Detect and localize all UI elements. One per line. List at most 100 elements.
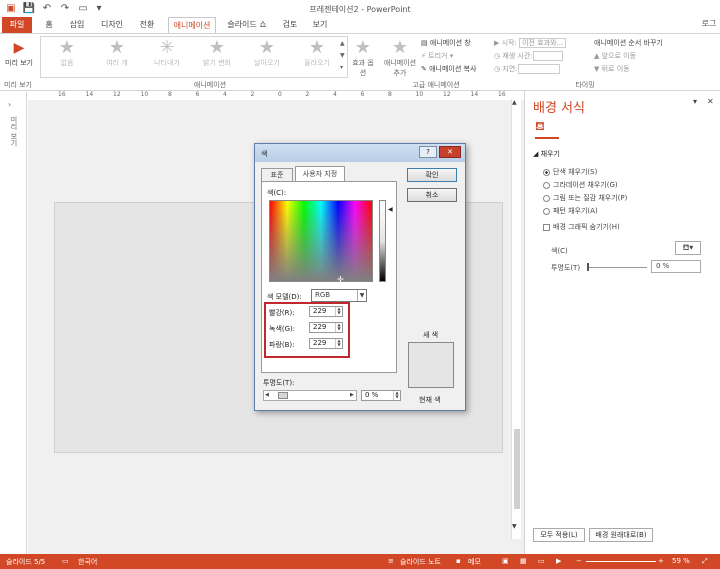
zoom-in-icon[interactable]: + (658, 557, 664, 565)
sorter-view-icon[interactable]: ▦ (520, 557, 527, 565)
spinner-arrows-icon[interactable]: ▲ ▼ (335, 307, 342, 316)
reading-view-icon[interactable]: ▭ (538, 557, 545, 565)
spinner-arrows-icon[interactable]: ▲ ▼ (335, 323, 342, 332)
blue-spinner[interactable]: 229 ▲ ▼ (309, 338, 343, 349)
tab-custom[interactable]: 사용자 지정 (295, 166, 345, 181)
color-picker-button[interactable]: ⛾▾ (675, 241, 701, 255)
gallery-scroll-icon[interactable]: ▲ ▼ ▾ (340, 38, 345, 74)
tab-design[interactable]: 디자인 (96, 17, 128, 33)
tab-animations[interactable]: 애니메이션 (168, 17, 216, 33)
help-button[interactable]: ? (419, 146, 437, 158)
slider-left-icon[interactable]: ◀ (265, 392, 269, 398)
apply-all-button[interactable]: 모두 적용(L) (533, 528, 585, 542)
animation-appear[interactable]: ✳ 나타내기 (144, 38, 190, 76)
luminance-bar[interactable] (379, 200, 386, 282)
pane-menu-icon[interactable]: ▾ (693, 97, 697, 106)
animation-multiple[interactable]: ★ 여러 개 (94, 38, 140, 76)
delay-control[interactable]: ◷ 지연: (494, 64, 560, 74)
start-select[interactable]: 이전 효과와... (519, 38, 567, 48)
radio-solid[interactable] (543, 168, 550, 176)
duration-input[interactable] (532, 51, 563, 61)
slider-right-icon[interactable]: ▶ (350, 392, 354, 398)
fill-picture-option[interactable]: 그림 또는 질감 채우기(P) (543, 193, 627, 203)
transparency-slider[interactable] (587, 267, 647, 268)
transparency-input[interactable]: 0 % (651, 260, 701, 273)
hide-graphics-checkbox[interactable] (543, 223, 550, 231)
preview-button[interactable]: ▶ 미리 보기 (2, 38, 36, 76)
vertical-scrollbar[interactable]: ▲ ▼ (511, 99, 521, 539)
move-later-label: 뒤로 이동 (601, 65, 630, 73)
delay-input[interactable] (517, 64, 560, 74)
duration-control[interactable]: ◷ 재생 시간: (494, 51, 563, 61)
transparency-slider-thumb[interactable] (587, 263, 589, 271)
tab-insert[interactable]: 삽입 (64, 17, 90, 33)
expand-chevron-icon[interactable]: › (8, 100, 11, 109)
cancel-button[interactable]: 취소 (407, 188, 457, 202)
add-animation-button[interactable]: ★ 애니메이션 추가 (380, 38, 420, 78)
tab-transitions[interactable]: 전환 (133, 17, 161, 33)
dropdown-arrow-icon[interactable]: ▼ (357, 290, 366, 301)
delay-label: 지연: (502, 65, 518, 73)
ruler-mark: 6 (195, 91, 200, 98)
animation-float-in[interactable]: ★ 올라오기 (294, 38, 340, 76)
paint-bucket-icon[interactable]: ⛾ (535, 119, 545, 135)
tab-view[interactable]: 보기 (307, 17, 333, 33)
fit-slide-icon[interactable]: ⤢ (702, 557, 708, 566)
pane-close-icon[interactable]: ✕ (707, 97, 714, 106)
tab-file[interactable]: 파일 (2, 17, 32, 33)
animation-fade[interactable]: ★ 밝기 변화 (194, 38, 240, 76)
move-earlier-button[interactable]: ▲ 앞으로 이동 (594, 51, 636, 61)
animation-fly-in[interactable]: ★ 날아오기 (244, 38, 290, 76)
red-spinner[interactable]: 229 ▲ ▼ (309, 306, 343, 317)
zoom-out-icon[interactable]: − (576, 557, 582, 565)
scroll-down-icon[interactable]: ▼ (512, 523, 517, 530)
fill-solid-option[interactable]: 단색 채우기(S) (543, 167, 597, 177)
trigger-button[interactable]: ⚡ 트리거 ▾ (421, 51, 453, 61)
fill-pattern-option[interactable]: 패턴 채우기(A) (543, 206, 598, 216)
luminance-pointer-icon[interactable]: ◀ (388, 206, 393, 213)
dialog-transparency-slider[interactable]: ◀ ▶ (263, 390, 357, 401)
green-spinner[interactable]: 229 ▲ ▼ (309, 322, 343, 333)
zoom-slider[interactable] (586, 561, 656, 562)
tab-slideshow[interactable]: 슬라이드 쇼 (222, 17, 272, 33)
spinner-arrows-icon[interactable]: ▲ ▼ (393, 391, 400, 400)
radio-picture[interactable] (543, 194, 550, 202)
spinner-arrows-icon[interactable]: ▲ ▼ (335, 339, 342, 348)
normal-view-icon[interactable]: ▣ (502, 557, 509, 565)
preview-icon: ▶ (13, 40, 25, 56)
advanced-group-label: 고급 애니메이션 (412, 81, 460, 89)
fill-gradient-option[interactable]: 그라데이션 채우기(G) (543, 180, 618, 190)
current-color-label: 현재 색 (419, 396, 441, 404)
start-control[interactable]: ▶ 시작: 이전 효과와... (494, 38, 567, 48)
scroll-thumb[interactable] (514, 429, 520, 509)
language-indicator[interactable]: 한국어 (78, 557, 97, 567)
dialog-close-button[interactable]: ✕ (439, 146, 461, 158)
comments-button[interactable]: 메모 (468, 557, 481, 567)
slider-thumb[interactable] (278, 392, 288, 399)
tab-standard[interactable]: 표준 (261, 168, 293, 181)
radio-gradient[interactable] (543, 181, 550, 189)
animation-painter-button[interactable]: ✎ 애니메이션 복사 (421, 64, 476, 74)
color-model-select[interactable]: RGB ▼ (311, 289, 367, 302)
color-spectrum[interactable] (269, 200, 373, 282)
dialog-transparency-spinner[interactable]: 0 % ▲ ▼ (361, 390, 401, 401)
radio-pattern[interactable] (543, 207, 550, 215)
tab-review[interactable]: 검토 (278, 17, 302, 33)
fill-section-header[interactable]: ◢ 채우기 (533, 149, 560, 159)
animation-pane-button[interactable]: ▤ 애니메이션 창 (421, 38, 471, 48)
ok-button[interactable]: 확인 (407, 168, 457, 182)
zoom-level[interactable]: 59 % (672, 557, 690, 565)
color-model-label: 색 모델(D): (267, 293, 302, 301)
effect-options-button[interactable]: ★ 효과 옵션 (350, 38, 376, 78)
notes-icon[interactable]: ≡ (388, 557, 394, 565)
animation-none[interactable]: ★ 없음 (44, 38, 90, 76)
notes-button[interactable]: 슬라이드 노트 (400, 557, 441, 567)
comments-icon[interactable]: ▪ (456, 557, 461, 565)
slideshow-view-icon[interactable]: ▶ (556, 557, 561, 565)
scroll-up-icon[interactable]: ▲ (512, 99, 517, 106)
hide-graphics-option[interactable]: 배경 그래픽 숨기기(H) (543, 222, 620, 232)
move-later-button[interactable]: ▼ 뒤로 이동 (594, 64, 630, 74)
ruler-mark: 10 (140, 91, 149, 98)
reset-background-button[interactable]: 배경 원래대로(B) (589, 528, 653, 542)
tab-home[interactable]: 홈 (38, 17, 60, 33)
